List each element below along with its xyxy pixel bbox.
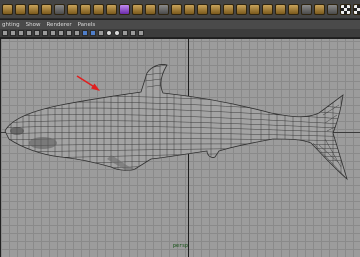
- shelf-tool-icon[interactable]: [314, 3, 325, 15]
- xray-icon[interactable]: [122, 30, 128, 36]
- shelf-tool-icon[interactable]: [145, 3, 156, 15]
- maya-window: ghting Show Renderer Panels persp: [0, 0, 360, 257]
- red-arrow-icon: [76, 75, 100, 91]
- viewport-panel[interactable]: persp: [0, 39, 360, 257]
- shelf-tool-icon[interactable]: [236, 3, 247, 15]
- shelf-tool-icon[interactable]: [67, 3, 78, 15]
- resolution-gate-icon[interactable]: [42, 30, 48, 36]
- shelf-tool-icon[interactable]: [106, 3, 117, 15]
- lighting-icon[interactable]: [106, 30, 112, 36]
- viewport-camera-label: persp: [173, 243, 189, 249]
- smooth-shade-icon[interactable]: [82, 30, 88, 36]
- shelf-tool-icon[interactable]: [275, 3, 286, 15]
- bookmark-icon[interactable]: [18, 30, 24, 36]
- shelf-tool-icon[interactable]: [15, 3, 26, 15]
- checker-icon[interactable]: [353, 3, 360, 15]
- shelf-tool-icon[interactable]: [210, 3, 221, 15]
- hud-icon[interactable]: [138, 30, 144, 36]
- panel-toolbar: [0, 29, 360, 38]
- field-chart-icon[interactable]: [50, 30, 56, 36]
- shelf-tool-icon[interactable]: [132, 3, 143, 15]
- image-plane-icon[interactable]: [26, 30, 32, 36]
- shelf-tool-icon[interactable]: [197, 3, 208, 15]
- menu-show[interactable]: Show: [26, 22, 41, 28]
- shelf-tool-icon[interactable]: [171, 3, 182, 15]
- menu-lighting[interactable]: ghting: [2, 22, 20, 28]
- textured-icon[interactable]: [98, 30, 104, 36]
- shelf-tool-icon[interactable]: [28, 3, 39, 15]
- shelf-tool-icon[interactable]: [41, 3, 52, 15]
- shelf-tool-icon[interactable]: [119, 3, 130, 15]
- shelf-tool-icon[interactable]: [288, 3, 299, 15]
- safe-action-icon[interactable]: [58, 30, 64, 36]
- shelf-tool-icon[interactable]: [80, 3, 91, 15]
- shelf-tool-icon[interactable]: [301, 3, 312, 15]
- shelf-tool-icon[interactable]: [249, 3, 260, 15]
- wireframe-icon[interactable]: [74, 30, 80, 36]
- wireframe-on-shaded-icon[interactable]: [90, 30, 96, 36]
- shelf-tool-icon[interactable]: [223, 3, 234, 15]
- menu-renderer[interactable]: Renderer: [46, 22, 71, 28]
- panel-menubar: ghting Show Renderer Panels: [0, 20, 360, 29]
- shelf-tool-icon[interactable]: [93, 3, 104, 15]
- shadows-icon[interactable]: [114, 30, 120, 36]
- menu-panels[interactable]: Panels: [78, 22, 96, 28]
- shelf-tool-icon[interactable]: [327, 3, 338, 15]
- grid-icon[interactable]: [10, 30, 16, 36]
- film-gate-icon[interactable]: [34, 30, 40, 36]
- shelf-tool-icon[interactable]: [184, 3, 195, 15]
- shelf-toolbar: [0, 0, 360, 19]
- shelf-tool-icon[interactable]: [2, 3, 13, 15]
- safe-title-icon[interactable]: [66, 30, 72, 36]
- checker-icon[interactable]: [340, 3, 351, 15]
- camera-icon[interactable]: [2, 30, 8, 36]
- shelf-tool-icon[interactable]: [54, 3, 65, 15]
- isolate-select-icon[interactable]: [130, 30, 136, 36]
- shelf-tool-icon[interactable]: [262, 3, 273, 15]
- shelf-tool-icon[interactable]: [158, 3, 169, 15]
